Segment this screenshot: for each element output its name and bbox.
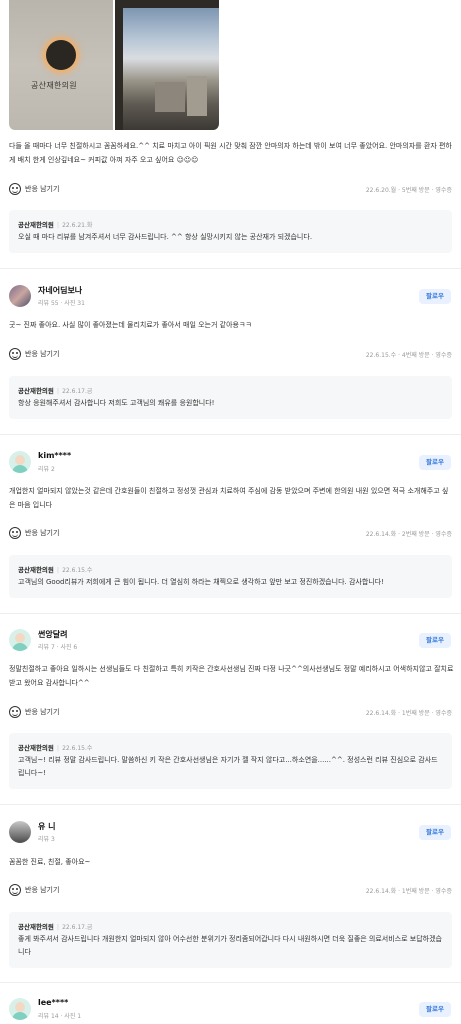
follow-button[interactable]: 팔로우 (419, 825, 451, 840)
smile-icon[interactable] (9, 527, 21, 539)
review-body: 정말친절하고 좋아요 일하시는 선생님들도 다 친절하고 특히 키작은 간호사선… (9, 665, 454, 687)
reply-header: 공산재한의원 | 22.6.15.수 (18, 744, 93, 752)
react-button[interactable]: 반응 남기기 (25, 707, 59, 717)
reply-date: 22.6.15.수 (62, 567, 93, 574)
reply-text: 항상 응원해주셔서 감사합니다 저희도 고객님의 쾌유를 응원합니다! (18, 399, 215, 407)
owner-reply: 공산재한의원 | 22.6.21.화 오실 때 마다 리뷰를 남겨주셔서 너무 감사… (9, 210, 452, 253)
divider (0, 268, 461, 269)
review-body: 꼼꼼한 진료, 친절, 좋아요~ (9, 858, 91, 866)
smile-icon[interactable] (9, 706, 21, 718)
follow-button[interactable]: 팔로우 (419, 289, 451, 304)
clinic-logo (46, 40, 76, 70)
reply-owner-name: 공산재한의원 (18, 387, 54, 395)
visit-info: 22.6.15.수 · 4번째 방문 · 영수증 (365, 352, 452, 359)
divider (0, 613, 461, 614)
reviewer-meta: 리뷰 14 · 사진 1 (38, 1013, 82, 1020)
divider (0, 434, 461, 435)
review-body: 개업한지 얼마되지 않았는것 같은데 간호원들이 친절하고 정성껏 관심과 치료… (9, 487, 449, 509)
username[interactable]: 유 니 (38, 821, 56, 832)
reaction-row: 반응 남기기 22.6.14.화 · 1번째 방문 · 영수증 (9, 883, 452, 897)
avatar[interactable] (9, 821, 31, 843)
username[interactable]: 썬앙달려 (38, 629, 67, 640)
avatar[interactable] (9, 451, 31, 473)
divider (0, 982, 461, 983)
reply-header: 공산재한의원 | 22.6.17.금 (18, 923, 93, 931)
building (187, 76, 207, 116)
react-button[interactable]: 반응 남기기 (25, 184, 59, 194)
react-button[interactable]: 반응 남기기 (25, 885, 59, 895)
reviewer-meta: 리뷰 2 (38, 466, 55, 473)
visit-info: 22.6.20.월 · 5번째 방문 · 영수증 (365, 187, 452, 194)
follow-button[interactable]: 팔로우 (419, 633, 451, 648)
visit-info: 22.6.14.화 · 1번째 방문 · 영수증 (365, 888, 452, 895)
reaction-row: 반응 남기기 22.6.14.화 · 1번째 방문 · 영수증 (9, 705, 452, 719)
reply-owner-name: 공산재한의원 (18, 923, 54, 931)
reply-owner-name: 공산재한의원 (18, 566, 54, 574)
review-photo-window[interactable] (115, 0, 219, 130)
review-body: 다들 올 때마다 너무 친절하시고 꼼꼼하세요.^^ 치료 마치고 아이 픽원 … (9, 142, 452, 164)
window-frame-top (115, 0, 219, 8)
reply-text: 고객님의 Good리뷰가 저희에게 큰 힘이 됩니다. 더 열심히 하라는 채찍… (18, 578, 384, 586)
clinic-sign-text: 공산재한의원 (31, 81, 77, 90)
reply-date: 22.6.17.금 (62, 388, 93, 395)
follow-button[interactable]: 팔로우 (419, 455, 451, 470)
reply-text: 오실 때 마다 리뷰를 남겨주셔서 너무 감사드립니다. ^^ 항상 실망시키지… (18, 233, 313, 241)
username[interactable]: lee**** (38, 998, 68, 1007)
reviewer-meta: 리뷰 7 · 사진 6 (38, 644, 78, 651)
reply-owner-name: 공산재한의원 (18, 221, 54, 229)
reply-text: 좋게 봐주셔서 감사드립니다 개원한지 얼마되지 않아 어수선한 분위기가 정리… (18, 935, 442, 956)
building (155, 82, 185, 112)
reply-text: 고객님~! 리뷰 정말 감사드립니다. 말씀하신 키 작은 간호사선생님은 자기… (18, 756, 438, 777)
reply-header: 공산재한의원 | 22.6.17.금 (18, 387, 93, 395)
follow-button[interactable]: 팔로우 (419, 1002, 451, 1017)
reviewer-meta: 리뷰 3 (38, 836, 55, 843)
visit-info: 22.6.14.화 · 2번째 방문 · 영수증 (365, 531, 452, 538)
username[interactable]: kim**** (38, 451, 71, 460)
smile-icon[interactable] (9, 183, 21, 195)
avatar[interactable] (9, 285, 31, 307)
reaction-row: 반응 남기기 22.6.20.월 · 5번째 방문 · 영수증 (9, 182, 452, 196)
reviewer-meta: 리뷰 55 · 사진 31 (38, 300, 85, 307)
owner-reply: 공산재한의원 | 22.6.15.수 고객님의 Good리뷰가 저희에게 큰 힘이 … (9, 555, 452, 598)
reply-header: 공산재한의원 | 22.6.21.화 (18, 221, 93, 229)
react-button[interactable]: 반응 남기기 (25, 528, 59, 538)
review-photos[interactable]: 공산재한의원 (9, 0, 219, 130)
reaction-row: 반응 남기기 22.6.15.수 · 4번째 방문 · 영수증 (9, 347, 452, 361)
reply-date: 22.6.21.화 (62, 222, 93, 229)
smile-icon[interactable] (9, 884, 21, 896)
avatar[interactable] (9, 998, 31, 1020)
review-photo-sign[interactable]: 공산재한의원 (9, 0, 113, 130)
avatar[interactable] (9, 629, 31, 651)
smile-icon[interactable] (9, 348, 21, 360)
divider (0, 804, 461, 805)
reply-date: 22.6.17.금 (62, 924, 93, 931)
visit-info: 22.6.14.화 · 1번째 방문 · 영수증 (365, 710, 452, 717)
username[interactable]: 자네어딤보나 (38, 285, 82, 296)
owner-reply: 공산재한의원 | 22.6.17.금 항상 응원해주셔서 감사합니다 저희도 고객님… (9, 376, 452, 419)
reply-owner-name: 공산재한의원 (18, 744, 54, 752)
owner-reply: 공산재한의원 | 22.6.17.금 좋게 봐주셔서 감사드립니다 개원한지 얼마되… (9, 912, 452, 968)
reaction-row: 반응 남기기 22.6.14.화 · 2번째 방문 · 영수증 (9, 526, 452, 540)
react-button[interactable]: 반응 남기기 (25, 349, 59, 359)
reply-date: 22.6.15.수 (62, 745, 93, 752)
review-body: 굿~ 진짜 좋아요. 사실 많이 좋아졌는데 물리치료가 좋아서 매일 오는거 … (9, 321, 252, 329)
window-frame (115, 0, 123, 130)
owner-reply: 공산재한의원 | 22.6.15.수 고객님~! 리뷰 정말 감사드립니다. 말씀하… (9, 733, 452, 789)
reply-header: 공산재한의원 | 22.6.15.수 (18, 566, 93, 574)
